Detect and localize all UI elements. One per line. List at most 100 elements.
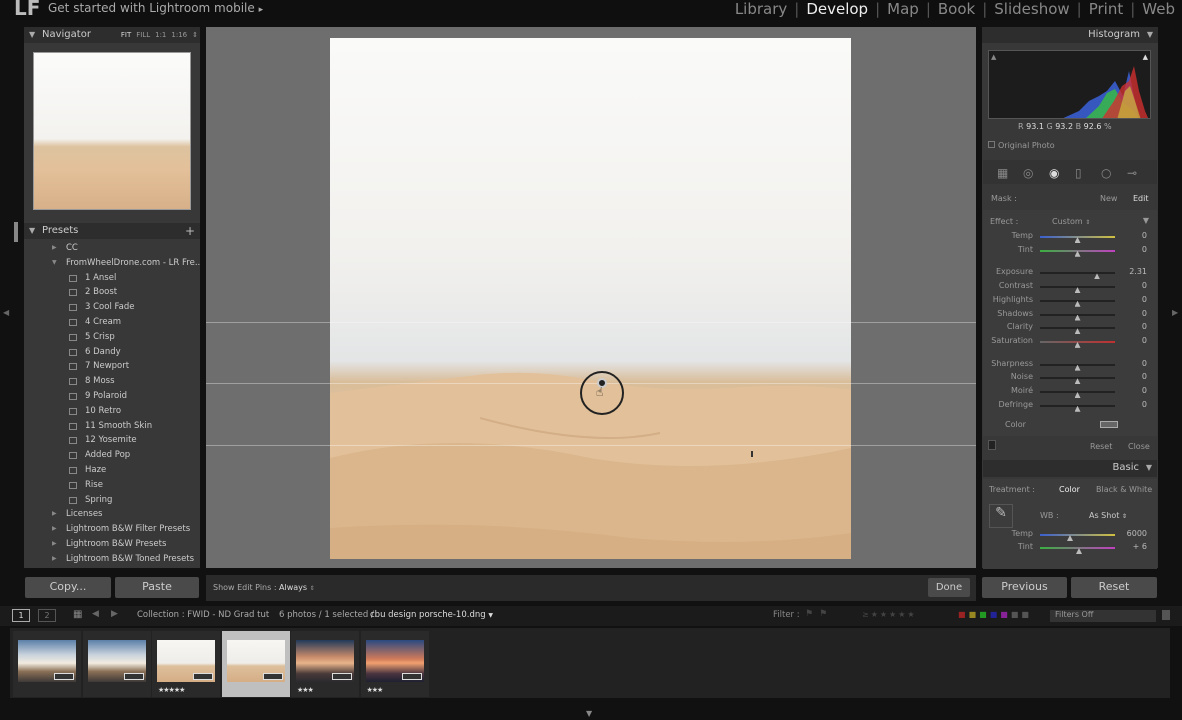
tint-slider[interactable]: Tint 0 [983,245,1157,257]
preset-item[interactable]: 6 Dandy [24,345,200,360]
preset-item[interactable]: 9 Polaroid [24,389,200,404]
left-scrollbar[interactable] [14,222,18,242]
preset-folder[interactable]: ▶ Lightroom B&W Filter Presets [24,522,200,537]
preset-item[interactable]: Haze [24,463,200,478]
preset-folder[interactable]: ▶ Lightroom B&W Presets [24,537,200,552]
zoom-option[interactable]: FIT [121,31,131,39]
defringe-track[interactable] [1040,404,1115,412]
clarity-thumb[interactable] [1074,328,1081,335]
back-icon[interactable]: ◀ [92,609,99,619]
clarity-slider[interactable]: Clarity 0 [983,322,1157,335]
preset-item[interactable]: 4 Cream [24,315,200,330]
reset-button[interactable]: Reset [1071,577,1157,598]
defringe-slider[interactable]: Defringe 0 [983,400,1157,412]
tint-thumb[interactable] [1074,250,1081,257]
navigator-header[interactable]: ▼ Navigator FIT FILL 1:1 1:16 ⇕ [24,27,200,43]
forward-icon[interactable]: ▶ [111,609,118,619]
sharpness-track[interactable] [1040,363,1115,371]
sharpness-thumb[interactable] [1074,364,1081,371]
saturation-thumb[interactable] [1074,341,1081,348]
module-library[interactable]: Library [728,0,794,20]
wb-tint-slider[interactable]: Tint + 6 [983,542,1157,554]
navigator-preview[interactable] [33,52,191,210]
left-panel-toggle-icon[interactable]: ◀ [3,308,9,317]
done-button[interactable]: Done [928,578,970,597]
module-web[interactable]: Web [1135,0,1182,20]
collapsed-triangle-icon[interactable]: ▶ [52,552,57,567]
panel-toggle-switch[interactable] [988,440,996,450]
filter-lock-icon[interactable] [1162,610,1170,620]
filmstrip-thumbnail[interactable] [13,631,81,697]
wb-tint-thumb[interactable] [1076,548,1082,554]
clarity-track[interactable] [1040,327,1115,335]
grid-view-icon[interactable]: ▦ [73,609,82,620]
color-swatch[interactable] [1100,421,1118,428]
mask-close-button[interactable]: Close [1128,442,1150,451]
grad-guide-line-bottom[interactable] [206,445,976,446]
temp-thumb[interactable] [1074,237,1081,243]
filter-color-label-icons[interactable]: ■■■■■■■ [958,610,1032,619]
collapsed-triangle-icon[interactable]: ▶ [52,241,57,256]
defringe-thumb[interactable] [1074,405,1081,412]
preset-item[interactable]: 10 Retro [24,404,200,419]
mobile-link[interactable]: Get started with Lightroom mobile ▸ [48,1,263,15]
preset-item[interactable]: 1 Ansel [24,271,200,286]
mask-edit-button[interactable]: Edit [1133,194,1149,203]
spot-removal-icon[interactable]: ◎ [1023,166,1033,180]
zoom-option[interactable]: FILL [136,31,150,39]
noise-slider[interactable]: Noise 0 [983,372,1157,385]
temp-slider[interactable]: Temp 0 [983,231,1157,243]
filmstrip-thumbnail[interactable]: ★★★ [360,631,429,697]
preset-item[interactable]: Added Pop [24,448,200,463]
crop-overlay-icon[interactable]: ▦ [997,166,1008,180]
preset-folder[interactable]: ▶ CC [24,241,200,256]
zoom-option[interactable]: 1:16 [171,31,187,39]
saturation-slider[interactable]: Saturation 0 [983,336,1157,348]
shadows-thumb[interactable] [1074,314,1081,321]
moir-thumb[interactable] [1074,392,1081,398]
highlights-thumb[interactable] [1074,300,1081,307]
contrast-thumb[interactable] [1074,287,1081,294]
preset-folder[interactable]: ▶ Lightroom B&W Toned Presets [24,552,200,567]
previous-button[interactable]: Previous [982,577,1067,598]
wb-temp-slider[interactable]: Temp 6000 [983,529,1157,541]
wb-select[interactable]: As Shot ⇕ [1089,511,1127,520]
wb-temp-thumb[interactable] [1067,535,1073,541]
bottom-panel-toggle-icon[interactable]: ▼ [586,709,592,718]
effect-collapse-icon[interactable]: ▼ [1143,216,1149,225]
shadows-slider[interactable]: Shadows 0 [983,309,1157,321]
paste-button[interactable]: Paste [115,577,199,598]
exposure-track[interactable] [1040,272,1115,280]
preset-item[interactable]: 2 Boost [24,285,200,300]
preset-item[interactable]: 5 Crisp [24,330,200,345]
expanded-triangle-icon[interactable]: ▼ [52,256,57,271]
module-develop[interactable]: Develop [799,0,875,20]
eyedropper-icon[interactable]: ✎ [989,504,1013,528]
noise-track[interactable] [1040,377,1115,385]
histogram-header[interactable]: Histogram ▼ [982,27,1158,43]
preset-item[interactable]: Rise [24,478,200,493]
original-photo-checkbox[interactable]: Original Photo [988,141,1055,150]
module-slideshow[interactable]: Slideshow [987,0,1076,20]
copy-button[interactable]: Copy... [25,577,111,598]
sharpness-slider[interactable]: Sharpness 0 [983,359,1157,371]
contrast-track[interactable] [1040,286,1115,294]
radial-filter-icon[interactable]: ○ [1101,166,1111,180]
graduated-filter-icon[interactable]: ▯ [1075,166,1082,180]
grad-guide-line-top[interactable] [206,322,976,323]
filename-select[interactable]: cbu design porsche-10.dng ▼ [370,610,493,620]
preset-item[interactable]: Spring [24,493,200,508]
treatment-color-button[interactable]: Color [1059,485,1080,494]
collapsed-triangle-icon[interactable]: ▶ [52,522,57,537]
wb-temp-track[interactable] [1040,534,1115,541]
preset-item[interactable]: 11 Smooth Skin [24,419,200,434]
preset-item[interactable]: 12 Yosemite [24,433,200,448]
zoom-option[interactable]: 1:1 [155,31,166,39]
preset-folder[interactable]: ▼ FromWheelDrone.com - LR Fre... [24,256,200,271]
temp-track[interactable] [1040,236,1115,243]
wb-tint-track[interactable] [1040,547,1115,554]
shadows-track[interactable] [1040,313,1115,321]
collapsed-triangle-icon[interactable]: ▶ [52,507,57,522]
highlights-track[interactable] [1040,299,1115,307]
filmstrip-thumbnail[interactable]: ★★★ [291,631,359,697]
